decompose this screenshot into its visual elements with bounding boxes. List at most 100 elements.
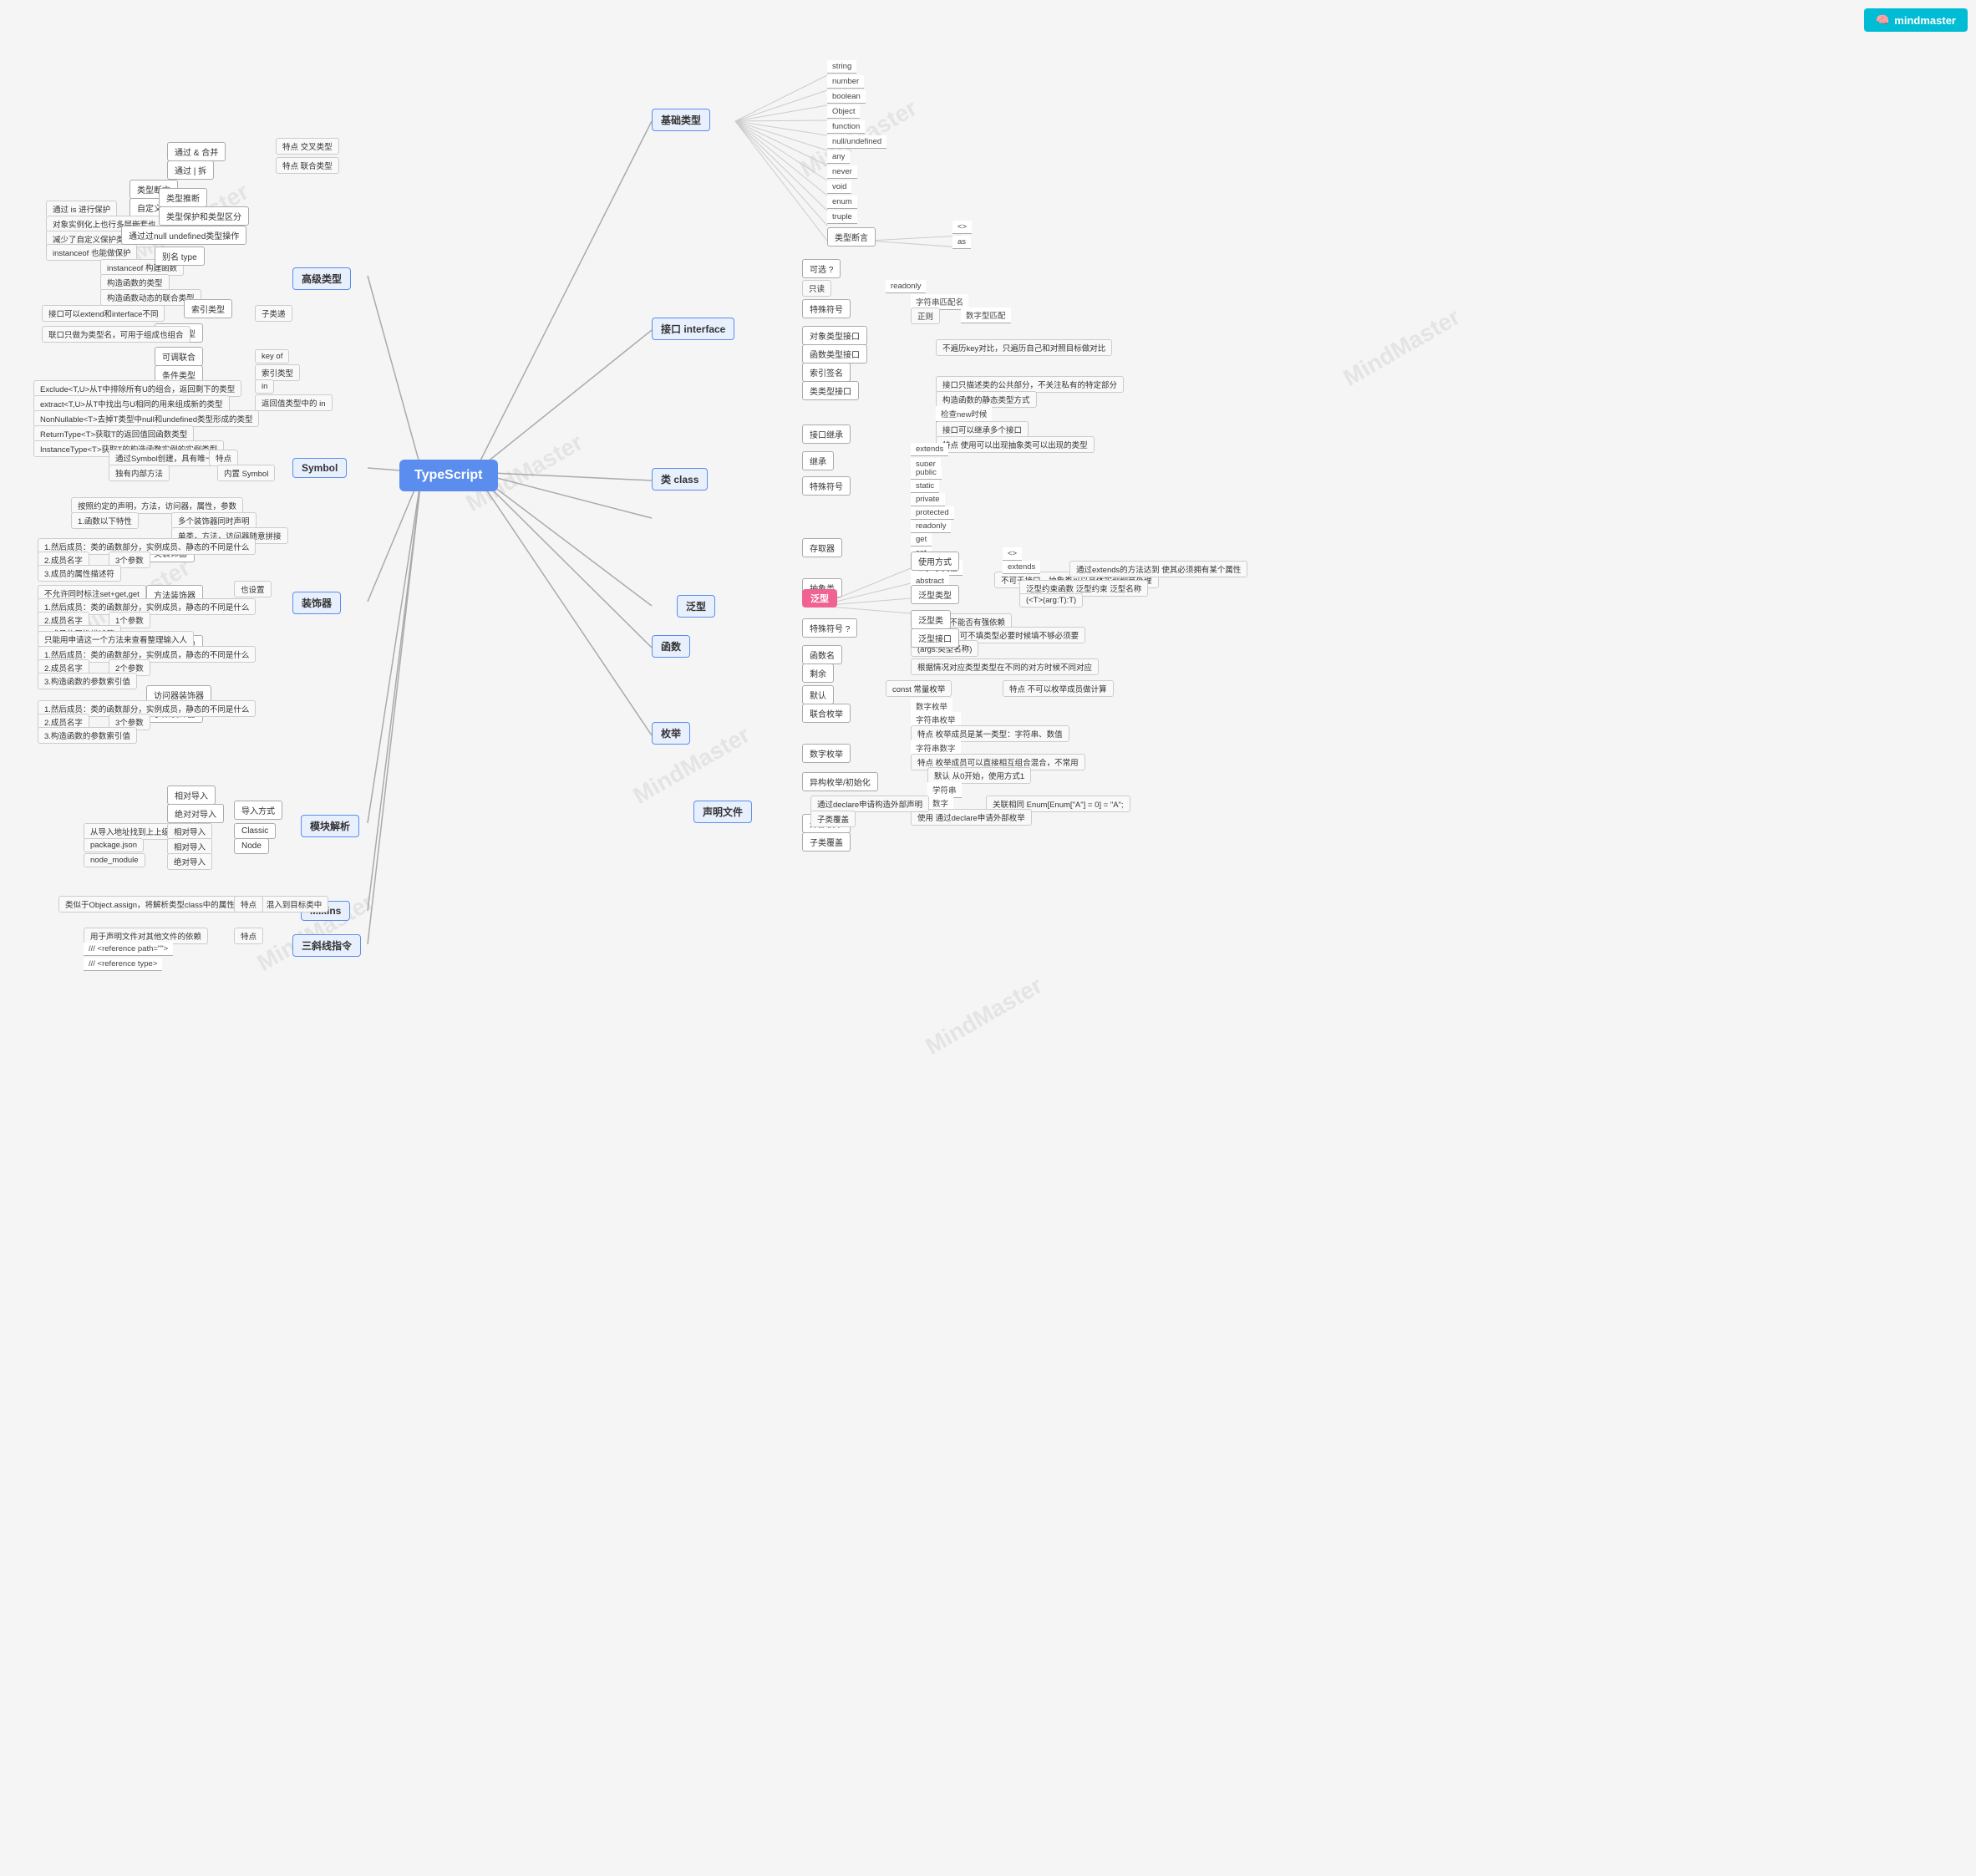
- topic-decorator: 装饰器: [292, 592, 341, 614]
- mod-relative: 相对导入: [167, 785, 216, 805]
- topic-symbol: Symbol: [292, 458, 347, 478]
- generic-highlight: 泛型: [802, 589, 837, 608]
- func-rest-node: 剩余: [802, 663, 834, 683]
- mod-absolute-import: 绝对导入: [167, 853, 212, 870]
- special-number: 数字型匹配: [961, 308, 1011, 323]
- special-bool: 正则: [911, 308, 940, 324]
- func-no-key: 不遍历key对比，只遍历自己和对照目标做对比: [936, 339, 1112, 356]
- interface-optional-node: 可选 ?: [802, 259, 841, 278]
- adv-alias: 别名 type: [155, 247, 205, 266]
- interface-index-sign: 索引签名: [802, 363, 851, 382]
- adv-union-type: 通过 | 拆: [167, 160, 214, 180]
- basic-enum: enum: [827, 196, 857, 209]
- adv-typeof: 通过 & 合并: [167, 142, 226, 161]
- adv-index-keyof: 索引类型: [255, 364, 300, 381]
- func-optional-node: 特殊符号 ?: [802, 618, 857, 638]
- enum-const-detail: 特点 不可以枚举成员做计算: [1003, 680, 1114, 697]
- mod-pkg: package.json: [84, 838, 144, 852]
- enum-union-node: 联合枚举: [802, 704, 851, 723]
- dec-prop-note: 只能用申请这一个方法来查看整理输入人: [38, 631, 194, 648]
- sym-feature: 特点: [209, 450, 238, 466]
- interface-only: 只读: [802, 280, 831, 297]
- topic-advanced: 高级类型: [292, 267, 351, 290]
- interface-special: 特殊符号: [802, 299, 851, 318]
- generic-use-node: 使用方式: [911, 552, 959, 571]
- dec-prop-index: 3.构造函数的参数索引值: [38, 673, 137, 689]
- topic-function: 函数: [652, 635, 690, 658]
- adv-mapping: 类型保护和类型区分: [159, 206, 249, 226]
- enum-numstr-node: 数字枚举: [802, 744, 851, 763]
- basic-any: any: [827, 150, 850, 164]
- generic-interface-node: 泛型接口: [911, 628, 959, 648]
- generic-t-type: (<T>(arg:T):T): [1019, 593, 1083, 608]
- basic-string: string: [827, 60, 856, 74]
- basic-function: function: [827, 120, 865, 134]
- generic-extends: extends: [1003, 561, 1040, 574]
- enum-init-node: 异构枚举/初始化: [802, 772, 878, 791]
- adv-union-note: 特点 联合类型: [276, 157, 339, 174]
- adv-instanceof-guard: instanceof 也能做保护: [46, 244, 137, 261]
- basic-type-cast: 类型断言: [827, 227, 876, 247]
- class-inherit-node: 继承: [802, 451, 834, 470]
- mod-nodemod: node_module: [84, 853, 145, 867]
- enum-init-default: 默认 从0开始，使用方式1: [927, 767, 1031, 784]
- cast-as: as: [952, 236, 971, 249]
- inherit-instance: 特点 使用可以出现抽象类可以出现的类型: [936, 436, 1095, 453]
- sym-builtin: 内置 Symbol: [217, 465, 275, 481]
- class-construct-style: 构造函数的静态类型方式: [936, 391, 1037, 408]
- adv-cross: 特点 交叉类型: [276, 138, 339, 155]
- watermark-7: MindMaster: [1338, 303, 1465, 392]
- declare-subclass: 子类覆盖: [810, 811, 856, 827]
- adv-returntype: ReturnType<T>获取T的返回值回函数类型: [33, 425, 194, 442]
- acc-get: get: [911, 533, 932, 547]
- inherit-multi: 接口可以继承多个接口: [936, 421, 1029, 438]
- basic-object: Object: [827, 105, 860, 119]
- mod-node-node: Node: [234, 838, 269, 854]
- adv-nonnullable: NonNullable<T>去掉T类型中null和undefined类型形成的类…: [33, 410, 259, 427]
- topic-class: 类 class: [652, 468, 708, 491]
- center-node: TypeScript: [399, 460, 498, 491]
- adv-subtype: 子类递: [255, 305, 292, 322]
- topic-enum: 枚举: [652, 722, 690, 745]
- triple-feature: 特点: [234, 928, 263, 944]
- basic-nullundefined: null/undefined: [827, 135, 886, 149]
- mod-relative-label: 相对导入: [167, 823, 212, 840]
- class-accessor-node: 存取器: [802, 538, 842, 557]
- mod-absolute: 绝对对导入: [167, 804, 224, 823]
- enum-ambient-note: 使用 通过declare申请外部枚举: [911, 809, 1032, 826]
- topic-triple: 三斜线指令: [292, 934, 361, 957]
- mod-classic-node: Classic: [234, 823, 276, 839]
- adv-index-return: 返回值类型中的 in: [255, 394, 333, 411]
- dec-method-set: 也设置: [234, 581, 272, 597]
- adv-index-in: key of: [255, 349, 289, 364]
- adv-index-in2: in: [255, 379, 274, 394]
- generic-constraint-node: 泛型类型: [911, 585, 959, 604]
- interface-function: 函数类型接口: [802, 344, 867, 364]
- adv-type-infer: 类型推断: [159, 188, 207, 207]
- class-public-part: 接口只描述类的公共部分，不关注私有的特定部分: [936, 376, 1124, 393]
- mod-pkg-relative: 相对导入: [167, 838, 212, 855]
- dec-param-index: 3.构造函数的参数索引值: [38, 727, 137, 744]
- dec-class-order: 按照约定的声明，方法，访问器，属性，参数: [71, 497, 243, 514]
- func-name-node: 函数名: [802, 645, 842, 664]
- adv-conditional: 可调联合: [155, 347, 203, 366]
- triple-type: /// <reference type>: [84, 958, 162, 971]
- declare-note: 通过declare申请构造外部声明: [810, 796, 929, 812]
- logo: 🧠 mindmaster: [1864, 8, 1968, 32]
- enum-union-note: 特点 枚举成员是某一类型：字符串、数值: [911, 725, 1069, 742]
- adv-index-type: 索引类型: [184, 299, 232, 318]
- enum-const-note: const 常量枚举: [886, 680, 952, 697]
- generic-extends-note: 通过extends的方法达到 使其必须拥有某个属性: [1069, 561, 1247, 577]
- sym-internal: 独有内部方法: [109, 465, 170, 481]
- mindmap-container: MindMaster MindMaster MindMaster MindMas…: [0, 0, 1976, 1876]
- topic-generic: 泛型: [677, 595, 715, 618]
- topic-basic-types: 基础类型: [652, 109, 710, 131]
- basic-tuple: truple: [827, 211, 857, 224]
- interface-object: 对象类型接口: [802, 326, 867, 345]
- logo-text: mindmaster: [1894, 14, 1956, 27]
- triple-ref: 用于声明文件对其他文件的依赖: [84, 928, 208, 944]
- adv-exclude: Exclude<T,U>从T中排除所有U的组合，返回剩下的类型: [33, 380, 241, 397]
- func-rest-note: 根据情况对应类型类型在不同的对方时候不同对应: [911, 658, 1099, 675]
- triple-path: /// <reference path="">: [84, 943, 173, 956]
- mod-private: private: [911, 493, 945, 506]
